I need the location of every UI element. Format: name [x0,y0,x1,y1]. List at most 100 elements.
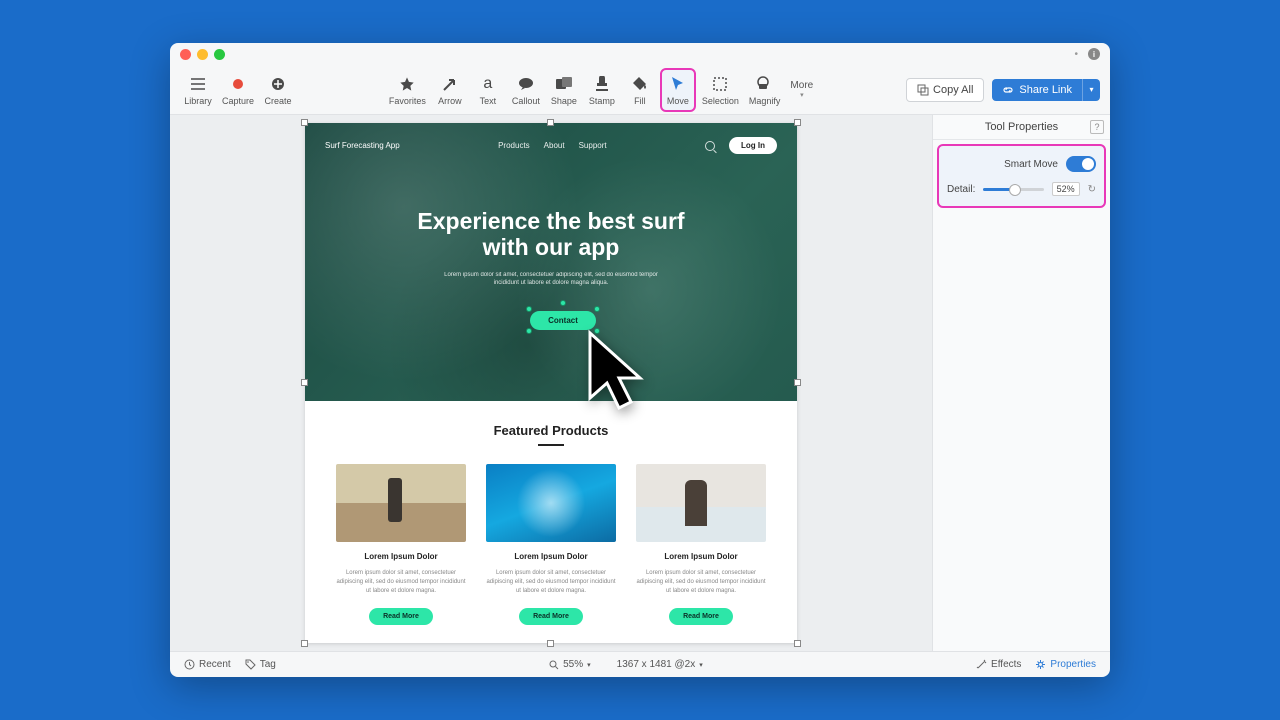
arrow-label: Arrow [438,96,462,106]
selection-handle[interactable] [301,379,308,386]
cta-selection[interactable]: Contact [530,310,596,330]
clock-icon [184,659,195,670]
minimize-window-button[interactable] [197,49,208,60]
tag-label: Tag [260,659,276,670]
selection-handle[interactable] [794,640,801,647]
stamp-icon [595,74,609,94]
card-title: Lorem Ipsum Dolor [336,552,466,561]
effects-label: Effects [991,659,1021,670]
tag-button[interactable]: Tag [245,659,276,670]
share-link-button[interactable]: Share Link [992,79,1082,101]
hamburger-icon [191,74,205,94]
magnify-icon [757,74,773,94]
read-more-button: Read More [369,608,433,625]
recent-button[interactable]: Recent [184,659,231,670]
smart-move-handle[interactable] [526,306,532,312]
selection-handle[interactable] [794,119,801,126]
card-title: Lorem Ipsum Dolor [636,552,766,561]
text-tool[interactable]: a Text [470,68,506,112]
effects-button[interactable]: Effects [976,659,1021,670]
detail-value[interactable]: 52% [1052,182,1080,196]
nav-link: About [544,141,565,150]
plus-circle-icon [271,74,285,94]
heading-underline [538,444,564,446]
smart-move-handle[interactable] [560,300,566,306]
hero-section: Surf Forecasting App Products About Supp… [305,123,797,401]
copy-all-label: Copy All [933,84,973,96]
selection-handle[interactable] [547,119,554,126]
smart-move-label: Smart Move [947,159,1058,170]
smart-move-toggle[interactable] [1066,156,1096,172]
callout-tool[interactable]: Callout [508,68,544,112]
selection-handle[interactable] [301,640,308,647]
share-dropdown-button[interactable]: ▾ [1082,79,1100,101]
maximize-window-button[interactable] [214,49,225,60]
library-button[interactable]: Library [180,68,216,112]
dimensions-display[interactable]: 1367 x 1481 @2x ▾ [617,659,703,670]
shape-icon [556,74,572,94]
move-tool[interactable]: Move [660,68,696,112]
read-more-button: Read More [519,608,583,625]
bucket-icon [632,74,648,94]
properties-button[interactable]: Properties [1035,659,1096,670]
selection-handle[interactable] [547,640,554,647]
library-label: Library [184,96,212,106]
close-window-button[interactable] [180,49,191,60]
wand-icon [976,659,987,670]
capture-icon [231,74,245,94]
smart-move-handle[interactable] [526,328,532,334]
card-desc: Lorem ipsum dolor sit amet, consectetuer… [486,569,616,596]
reset-icon[interactable]: ↻ [1088,184,1096,195]
stamp-tool[interactable]: Stamp [584,68,620,112]
more-label: More [790,80,813,91]
speech-bubble-icon [518,74,534,94]
more-tools-button[interactable]: More ▾ [786,76,817,103]
app-window: • i Library Capture Create Favorites [170,43,1110,677]
star-icon [399,74,415,94]
card-desc: Lorem ipsum dolor sit amet, consectetuer… [636,569,766,596]
magnify-tool[interactable]: Magnify [745,68,785,112]
zoom-value: 55% [563,659,583,670]
zoom-control[interactable]: 55% ▾ [549,659,591,670]
magnify-label: Magnify [749,96,781,106]
canvas-area[interactable]: Surf Forecasting App Products About Supp… [170,115,932,651]
text-label: Text [480,96,497,106]
tag-icon [245,659,256,670]
create-label: Create [265,96,292,106]
info-button[interactable]: i [1088,48,1100,60]
dimensions-value: 1367 x 1481 @2x [617,659,696,670]
search-icon [705,141,715,151]
fill-tool[interactable]: Fill [622,68,658,112]
selection-icon [713,74,727,94]
move-label: Move [667,96,689,106]
product-card: Lorem Ipsum Dolor Lorem ipsum dolor sit … [486,464,616,625]
selection-tool[interactable]: Selection [698,68,743,112]
shape-tool[interactable]: Shape [546,68,582,112]
contact-button: Contact [530,311,596,330]
shape-label: Shape [551,96,577,106]
brand-text: Surf Forecasting App [325,141,400,150]
selection-handle[interactable] [301,119,308,126]
hero-title-line1: Experience the best surf [305,208,797,234]
featured-section: Featured Products Lorem Ipsum Dolor Lore… [305,401,797,647]
unsaved-indicator: • [1074,49,1078,60]
large-cursor-icon [585,328,655,418]
fill-label: Fill [634,96,646,106]
canvas-content: Surf Forecasting App Products About Supp… [305,123,797,643]
selection-handle[interactable] [794,379,801,386]
card-image [636,464,766,542]
smart-move-handle[interactable] [594,306,600,312]
copy-all-button[interactable]: Copy All [906,78,984,102]
arrow-tool[interactable]: Arrow [432,68,468,112]
gear-icon [1035,659,1046,670]
create-button[interactable]: Create [260,68,296,112]
detail-label: Detail: [947,184,975,195]
tool-properties-panel: Tool Properties ? Smart Move Detail: 52%… [932,115,1110,651]
help-button[interactable]: ? [1090,120,1104,134]
hero-subtitle: Lorem ipsum dolor sit amet, consectetuer… [431,271,671,288]
detail-slider[interactable] [983,188,1043,191]
status-bar: Recent Tag 55% ▾ 1367 x 1481 @2x ▾ Effec… [170,651,1110,677]
favorites-tool[interactable]: Favorites [385,68,430,112]
capture-button[interactable]: Capture [218,68,258,112]
properties-label: Properties [1050,659,1096,670]
